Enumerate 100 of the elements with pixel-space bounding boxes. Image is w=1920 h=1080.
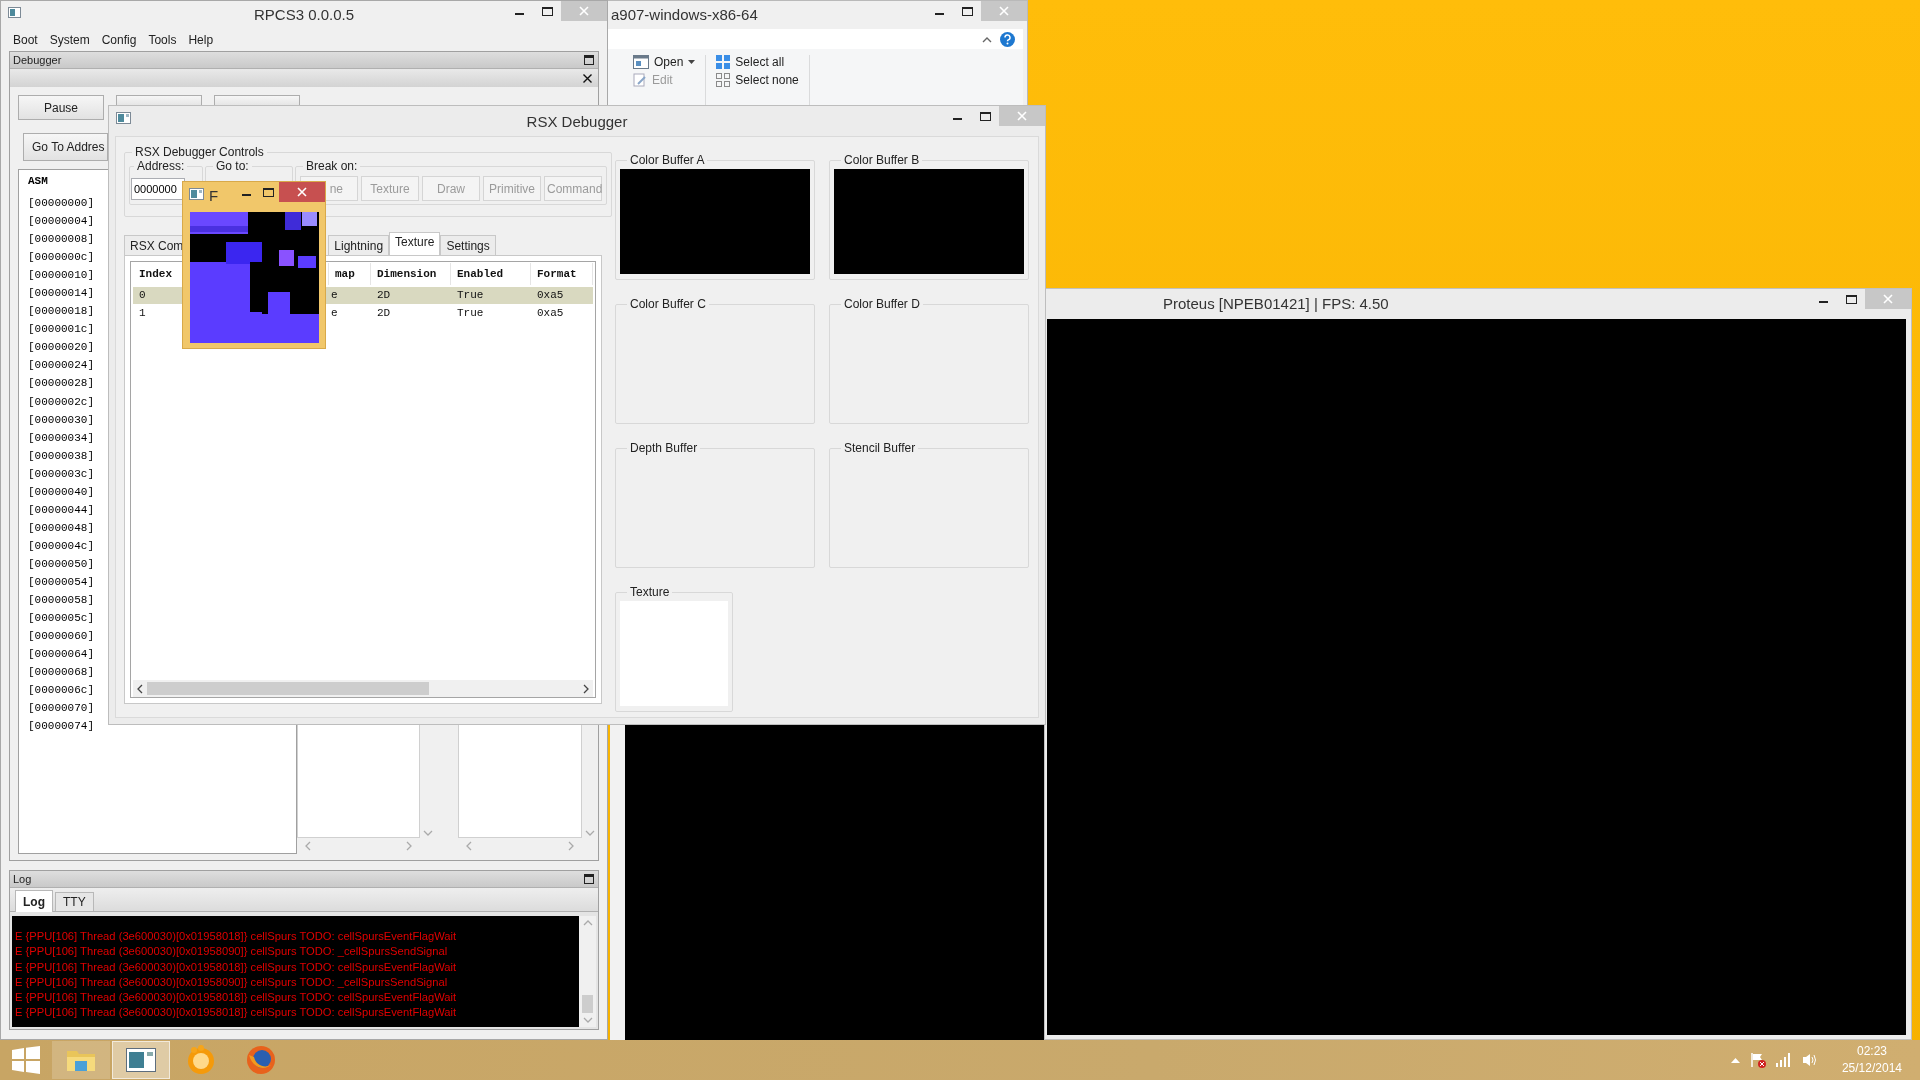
help-icon[interactable] (1000, 31, 1015, 47)
address-line: [00000034] (28, 430, 94, 446)
windows-logo-icon[interactable] (12, 1046, 40, 1074)
ribbon-button[interactable]: Select all (716, 55, 799, 69)
log-line: E {PPU[106] Thread (3e600030)[0x01958018]} cellSpurs TODO: cellSpursEventFlagWait (15, 990, 458, 1006)
address-line: [00000008] (28, 232, 94, 248)
window-icon (633, 55, 649, 69)
field-label: Go to: (215, 159, 250, 173)
window-icon (126, 1048, 156, 1072)
tab[interactable]: Lightning (328, 235, 390, 255)
address-line: [00000048] (28, 520, 94, 536)
chevron-up-icon[interactable] (982, 35, 992, 43)
address-line: [0000003c] (28, 466, 94, 482)
column-header[interactable]: map (329, 263, 371, 285)
group-title: RSX Debugger Controls (134, 145, 265, 159)
log-line: E {PPU[106] Thread (3e600030)[0x01958018]} cellSpurs TODO: cellSpursEventFlagWait (15, 1005, 458, 1021)
address-line: [00000024] (28, 358, 94, 374)
window-icon (189, 188, 204, 200)
chevron-down-icon[interactable] (585, 830, 595, 836)
table-cell-text: 2D (376, 306, 392, 321)
ribbon-button[interactable]: Select none (716, 73, 799, 87)
field-label: Break on: (305, 159, 359, 173)
scroll-thumb[interactable] (582, 995, 593, 1013)
address-line: [00000064] (28, 647, 94, 663)
field-label: Address: (136, 159, 186, 173)
go-to-address-button[interactable]: Go To Addres (23, 133, 108, 161)
restore-icon[interactable] (584, 874, 594, 884)
menu-item[interactable]: System (43, 33, 96, 47)
window-title: Proteus [NPEB01421] | FPS: 4.50 (1162, 294, 1390, 312)
maximize-icon (979, 111, 991, 121)
chevron-down-icon[interactable] (582, 1017, 593, 1023)
menu-item[interactable]: Tools (142, 33, 183, 47)
log-line: E {PPU[106] Thread (3e600030)[0x01958018]} cellSpurs TODO: cellSpursEventFlagWait (15, 959, 458, 975)
table-cell-text: 2D (376, 288, 392, 303)
table-cell-text: True (456, 306, 485, 321)
table-cell-text: True (456, 288, 485, 303)
speaker-icon[interactable] (1801, 1053, 1818, 1067)
address-line: [00000028] (28, 376, 94, 392)
minimize-icon (241, 194, 251, 196)
ball-icon (186, 1045, 216, 1075)
table-cell-text: e (330, 288, 339, 303)
address-line: [00000038] (28, 448, 94, 464)
menu-item[interactable]: Config (95, 33, 143, 47)
close-icon (1017, 111, 1027, 121)
maximize-icon (1845, 294, 1857, 304)
address-line: [0000004c] (28, 538, 94, 554)
panel-title: Log (13, 873, 32, 885)
window-title: F (208, 186, 220, 204)
chevron-left-icon[interactable] (137, 683, 143, 694)
panel-title: Debugger (13, 54, 62, 66)
signal-icon[interactable] (1775, 1053, 1792, 1067)
group-title: Depth Buffer (629, 441, 699, 455)
address-line: [00000058] (28, 593, 94, 609)
toolbar-button[interactable]: Pause (18, 95, 104, 120)
chevron-down-icon[interactable] (423, 830, 434, 836)
address-line: [00000040] (28, 484, 94, 500)
close-icon[interactable] (583, 73, 592, 83)
tab[interactable]: Settings (440, 235, 496, 255)
close-icon (579, 6, 589, 16)
address-line: [00000054] (28, 575, 94, 590)
minimize-icon (952, 118, 962, 120)
address-line: [00000068] (28, 665, 94, 681)
window-title: RPCS3 0.0.0.5 (253, 5, 355, 23)
minimize-icon (934, 13, 944, 15)
menu-item[interactable]: Boot (7, 33, 44, 47)
address-line: [0000002c] (28, 394, 94, 410)
close-icon (999, 6, 1009, 16)
flag-icon[interactable] (1749, 1052, 1766, 1068)
table-cell-text: 0 (138, 288, 147, 303)
column-header: ASM (28, 174, 48, 189)
ribbon-button[interactable]: Open (633, 55, 696, 69)
menu-item[interactable]: Help (182, 33, 220, 47)
close-icon (1883, 294, 1893, 304)
tab[interactable]: TTY (55, 892, 94, 911)
scroll-thumb[interactable] (147, 682, 429, 695)
table-cell-text: 0xa5 (536, 306, 565, 321)
table-cell-text: 0xa5 (536, 288, 565, 303)
table-cell-text: e (330, 306, 339, 321)
restore-icon[interactable] (584, 55, 594, 65)
grid-icon (716, 73, 731, 87)
column-header[interactable]: Dimension (371, 263, 451, 285)
maximize-icon (961, 6, 973, 16)
address-line: [00000010] (28, 268, 94, 284)
address-field[interactable]: 0000000 (131, 177, 185, 200)
address-line: [00000000] (28, 196, 94, 211)
column-header[interactable]: Format (531, 263, 593, 285)
address-line: [0000001c] (28, 322, 94, 338)
group-title: Color Buffer D (843, 297, 921, 311)
group-title: Color Buffer B (843, 153, 921, 167)
caret-up-icon[interactable] (1730, 1057, 1740, 1063)
column-header[interactable]: Enabled (451, 263, 531, 285)
tab[interactable]: Log (15, 890, 53, 912)
minimize-icon (1818, 301, 1828, 303)
taskbar-button[interactable] (112, 1041, 170, 1079)
table-row[interactable]: 1 e 2D True 0xa5 (133, 305, 593, 322)
address-line: [0000006c] (28, 683, 94, 699)
tab[interactable]: Texture (389, 232, 441, 255)
chevron-right-icon[interactable] (583, 683, 589, 694)
address-line: [00000018] (28, 304, 94, 320)
address-line: [00000044] (28, 502, 94, 518)
